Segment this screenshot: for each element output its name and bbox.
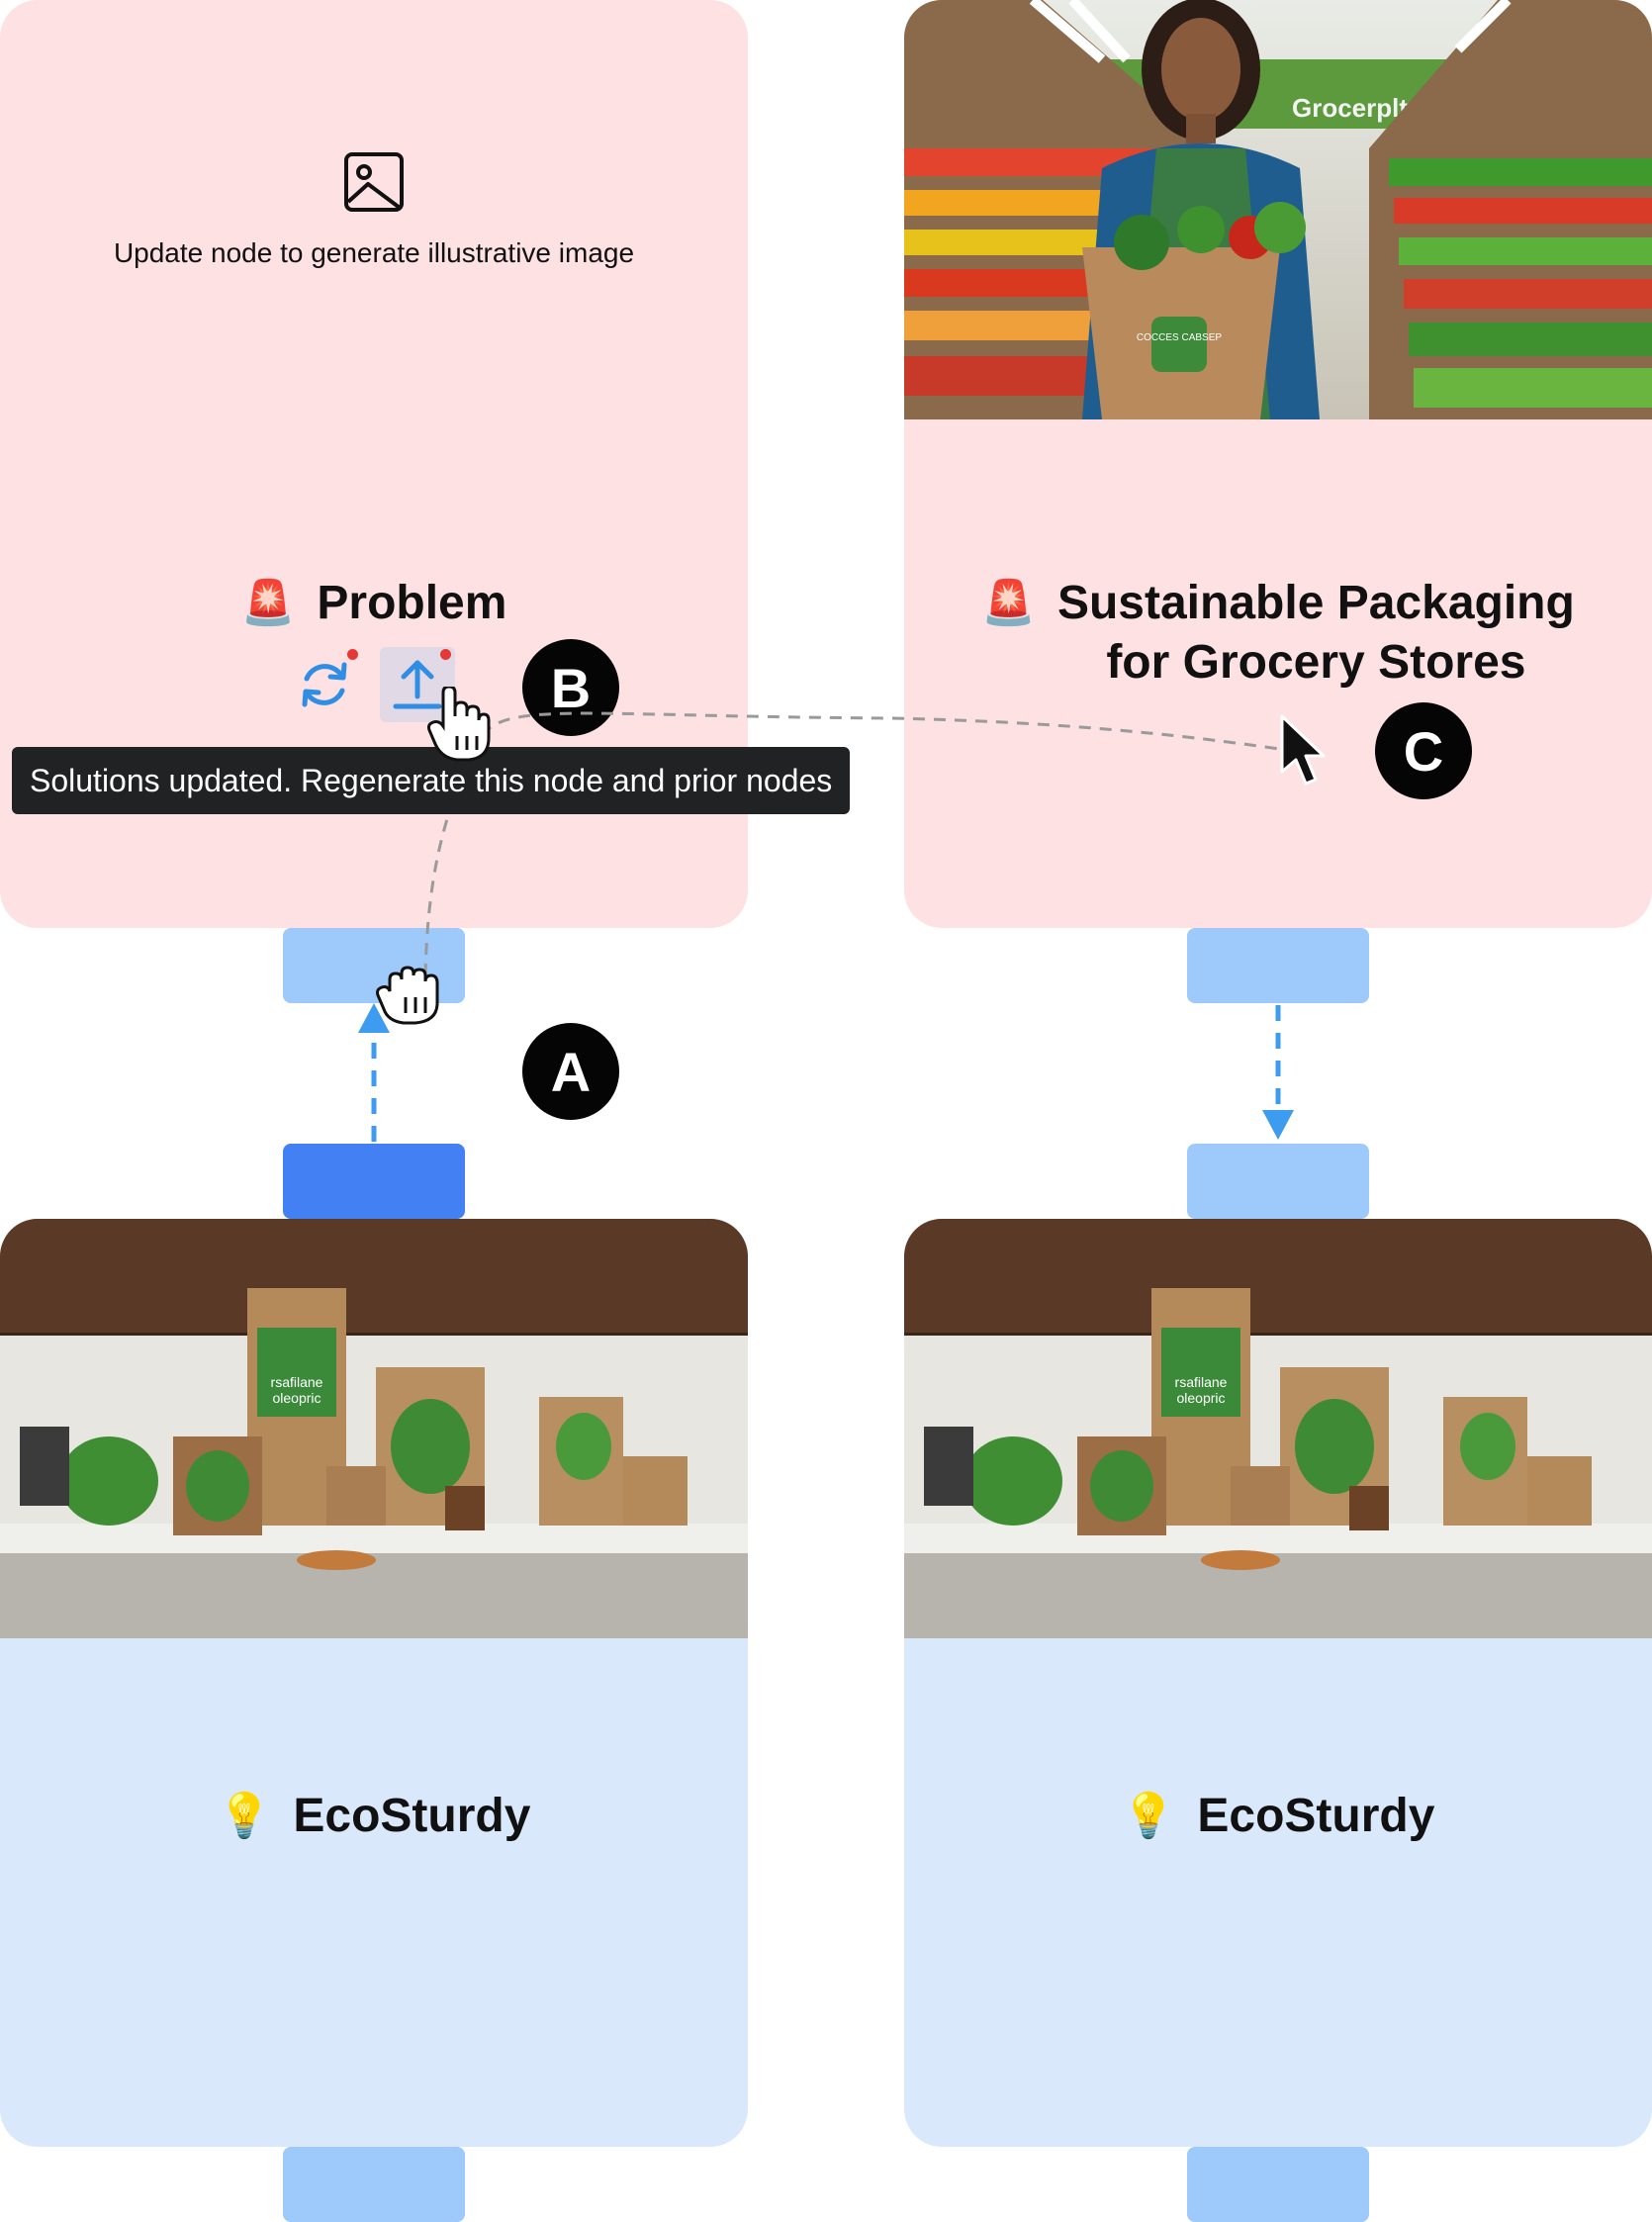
output-handle-solution-right[interactable] [1187,2147,1369,2222]
badge-b: B [522,639,619,736]
regenerate-button[interactable] [287,647,362,722]
alert-dot [347,649,358,660]
node-title: 💡 EcoSturdy [0,1787,748,1846]
input-handle-solution-left[interactable] [283,1144,465,1219]
output-handle-solution-left[interactable] [283,2147,465,2222]
bag-label: COCCES CABSEP [1137,332,1222,343]
input-handle-solution-right[interactable] [1187,1144,1369,1219]
node-title: 🚨 Problem [0,574,748,633]
node-title-text: EcoSturdy [293,1790,531,1842]
node-title-text: Sustainable Packaging for Grocery Stores [1057,574,1575,693]
refresh-icon [302,662,347,707]
lightbulb-icon: 💡 [1121,1792,1176,1840]
title-line-1: Sustainable Packaging [1056,577,1575,629]
siren-icon: 🚨 [981,579,1036,627]
output-handle-problem-right[interactable] [1187,928,1369,1003]
badge-c: C [1375,702,1472,799]
solution-node-left[interactable]: rsafilane oleopric 💡 EcoSturdy [0,1219,748,2147]
alert-dot [440,649,451,660]
node-title-text: EcoSturdy [1197,1790,1435,1842]
node-title: 💡 EcoSturdy [904,1787,1652,1846]
image-placeholder: Update node to generate illustrative ima… [0,0,748,419]
siren-icon: 🚨 [240,579,296,627]
node-title: 🚨 Sustainable Packaging for Grocery Stor… [904,574,1652,693]
title-line-2: for Grocery Stores [1106,636,1526,689]
problem-node-right[interactable]: Grocerplty COCCES CABSEP 🚨 Sustainable P… [904,0,1652,928]
box-label-1: rsafilane [271,1374,323,1390]
badge-a: A [522,1023,619,1120]
box-label-1: rsafilane [1175,1374,1228,1390]
box-label-2: oleopric [272,1390,321,1406]
image-icon [344,152,404,212]
node-title-text: Problem [317,577,507,629]
lightbulb-icon: 💡 [217,1792,272,1840]
eco-packaging-image: rsafilane oleopric [904,1219,1652,1638]
pointer-hand-cursor-icon [427,687,491,762]
hand-cursor-icon [376,966,439,1025]
arrow-cursor-icon [1280,714,1326,786]
eco-packaging-image: rsafilane oleopric [0,1219,748,1638]
placeholder-text: Update node to generate illustrative ima… [113,237,635,268]
grocery-store-image: Grocerplty COCCES CABSEP [904,0,1652,419]
edge-right-arrowhead [1262,1110,1294,1140]
solution-node-right[interactable]: rsafilane oleopric 💡 EcoSturdy [904,1219,1652,2147]
box-label-2: oleopric [1176,1390,1225,1406]
